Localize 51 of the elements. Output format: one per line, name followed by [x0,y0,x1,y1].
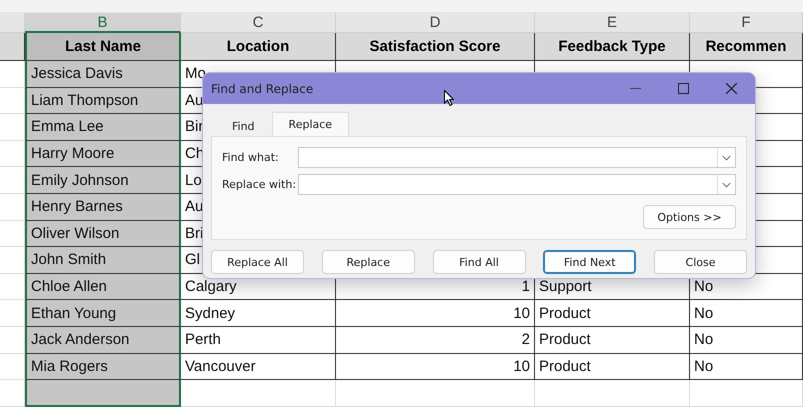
table-cell: Henry Barnes [25,194,181,221]
field-label: Find what: [222,151,280,164]
combo-field[interactable] [298,174,736,195]
table-cell: Chloe Allen [25,274,181,300]
table-header-cell: Recommen [690,33,803,61]
table-header-cell: Last Name [25,33,181,61]
minimize-icon[interactable] [630,88,640,90]
table-cell: Jack Anderson [25,326,181,354]
maximize-icon[interactable] [678,83,688,94]
table-cell: Mia Rogers [25,354,181,380]
table-cell: Emily Johnson [25,167,181,194]
table-cell: Product [535,300,690,327]
table-cell: No [690,326,803,354]
table-cell: Sydney [181,300,336,327]
field-label: Replace with: [222,178,298,191]
dialog-button[interactable]: Find Next [543,250,636,274]
table-cell: 2 [336,326,535,354]
table-cell: Vancouver [181,354,336,380]
column-header[interactable]: C [181,13,336,33]
table-cell: Perth [181,326,336,354]
dialog-button[interactable]: Find All [432,250,526,274]
tab[interactable]: Replace [272,112,350,136]
column-header[interactable]: B [25,13,181,33]
dialog-button[interactable]: Replace All [211,250,304,274]
table-cell: John Smith [25,247,181,274]
table-cell: 10 [336,354,535,380]
table-cell: Harry Moore [25,140,181,168]
table-cell: Product [535,354,690,380]
tab[interactable]: Find [215,115,272,136]
table-header-cell: Feedback Type [535,33,690,61]
table-header-cell: Satisfaction Score [336,33,535,61]
row-header[interactable] [0,33,25,61]
mouse-pointer-icon [444,90,454,106]
table-cell: 10 [336,300,535,327]
table-header-cell: Location [181,33,336,61]
table-cell: Emma Lee [25,114,181,141]
table-cell: Product [535,326,690,354]
table-cell: Oliver Wilson [25,220,181,248]
options-button[interactable]: Options >> [643,205,736,229]
column-header[interactable]: F [690,13,803,33]
close-icon[interactable] [726,83,736,94]
column-header[interactable]: D [336,13,535,33]
table-cell: No [690,300,803,327]
dialog-button[interactable]: Replace [322,250,415,274]
dialog-button[interactable]: Close [654,250,747,274]
table-cell: Jessica Davis [25,61,181,88]
table-cell: No [690,354,803,380]
table-cell: Liam Thompson [25,88,181,114]
table-cell: Ethan Young [25,300,181,327]
column-header[interactable]: E [535,13,690,33]
combo-field[interactable] [298,147,736,168]
